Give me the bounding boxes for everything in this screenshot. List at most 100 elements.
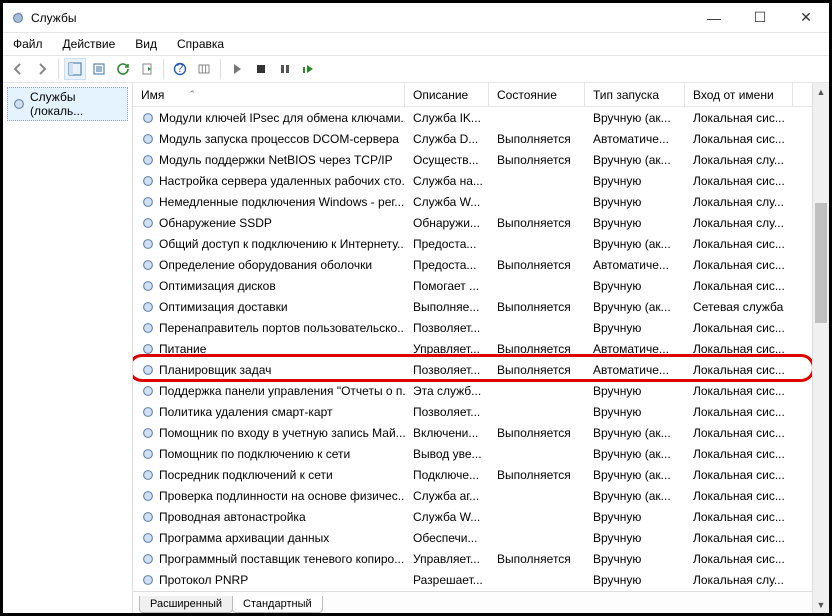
service-row[interactable]: Определение оборудования оболочкиПредост… (133, 254, 829, 275)
cell-name: Посредник подключений к сети (133, 468, 405, 482)
titlebar: Службы — ☐ ✕ (3, 3, 829, 33)
cell-startup: Вручную (585, 321, 685, 335)
service-row[interactable]: Настройка сервера удаленных рабочих сто.… (133, 170, 829, 191)
cell-state: Выполняется (489, 363, 585, 377)
forward-button[interactable] (31, 58, 53, 80)
column-settings-button[interactable] (193, 58, 215, 80)
service-row[interactable]: Немедленные подключения Windows - рег...… (133, 191, 829, 212)
scroll-thumb[interactable] (815, 203, 827, 323)
menu-view[interactable]: Вид (131, 35, 161, 53)
service-row[interactable]: Обнаружение SSDPОбнаружи...ВыполняетсяВр… (133, 212, 829, 233)
service-row[interactable]: Оптимизация доставкиВыполняе...Выполняет… (133, 296, 829, 317)
service-row[interactable]: Модуль поддержки NetBIOS через TCP/IPОсу… (133, 149, 829, 170)
cell-startup: Вручную (ак... (585, 300, 685, 314)
cell-name: Проверка подлинности на основе физичес..… (133, 489, 405, 503)
cell-state: Выполняется (489, 153, 585, 167)
service-row[interactable]: Перенаправитель портов пользовательско..… (133, 317, 829, 338)
cell-name: Модуль поддержки NetBIOS через TCP/IP (133, 153, 405, 167)
cell-startup: Автоматиче... (585, 132, 685, 146)
service-row[interactable]: Проводная автонастройкаСлужба W...Вручну… (133, 506, 829, 527)
sort-asc-icon: ⌃ (188, 89, 196, 100)
show-hide-tree-button[interactable] (64, 58, 86, 80)
gear-icon (141, 468, 155, 482)
menu-action[interactable]: Действие (59, 35, 120, 53)
gear-icon (141, 510, 155, 524)
col-state[interactable]: Состояние (489, 83, 585, 106)
cell-desc: Предоста... (405, 237, 489, 251)
maximize-button[interactable]: ☐ (737, 3, 783, 32)
minimize-button[interactable]: — (691, 3, 737, 32)
service-row[interactable]: Общий доступ к подключению к Интернету..… (133, 233, 829, 254)
cell-desc: Служба D... (405, 132, 489, 146)
cell-logon: Локальная сис... (685, 510, 793, 524)
cell-desc: Служба на... (405, 174, 489, 188)
cell-name: Немедленные подключения Windows - рег... (133, 195, 405, 209)
back-button[interactable] (7, 58, 29, 80)
cell-logon: Локальная слу... (685, 153, 793, 167)
service-row[interactable]: ПитаниеУправляет...ВыполняетсяАвтоматиче… (133, 338, 829, 359)
stop-service-button[interactable] (250, 58, 272, 80)
service-row[interactable]: Программа архивации данныхОбеспечи...Вру… (133, 527, 829, 548)
help-button[interactable]: ? (169, 58, 191, 80)
service-row[interactable]: Посредник подключений к сетиПодключе...В… (133, 464, 829, 485)
close-button[interactable]: ✕ (783, 3, 829, 32)
service-row[interactable]: Программный поставщик теневого копиро...… (133, 548, 829, 569)
properties-button[interactable] (88, 58, 110, 80)
col-name[interactable]: Имя⌃ (133, 83, 405, 106)
cell-desc: Помогает ... (405, 279, 489, 293)
service-row[interactable]: Помощник по подключению к сетиВывод уве.… (133, 443, 829, 464)
cell-desc: Позволяет... (405, 405, 489, 419)
cell-name: Планировщик задач (133, 363, 405, 377)
service-row[interactable]: Проверка подлинности на основе физичес..… (133, 485, 829, 506)
service-list[interactable]: Модули ключей IPsec для обмена ключами..… (133, 107, 829, 591)
service-row[interactable]: Оптимизация дисковПомогает ...ВручнуюЛок… (133, 275, 829, 296)
service-row[interactable]: Поддержка панели управления "Отчеты о п.… (133, 380, 829, 401)
service-row[interactable]: Политика удаления смарт-картПозволяет...… (133, 401, 829, 422)
gear-icon (141, 174, 155, 188)
cell-startup: Вручную (585, 216, 685, 230)
tab-standard[interactable]: Стандартный (232, 596, 323, 613)
gear-icon (141, 279, 155, 293)
refresh-button[interactable] (112, 58, 134, 80)
pause-service-button[interactable] (274, 58, 296, 80)
col-description[interactable]: Описание (405, 83, 489, 106)
cell-desc: Включени... (405, 426, 489, 440)
cell-name: Оптимизация доставки (133, 300, 405, 314)
export-button[interactable] (136, 58, 158, 80)
cell-state: Выполняется (489, 300, 585, 314)
service-row[interactable]: Модуль запуска процессов DCOM-сервераСлу… (133, 128, 829, 149)
scroll-down-icon[interactable]: ▼ (813, 596, 829, 613)
toolbar: ? (3, 55, 829, 83)
scrollbar[interactable]: ▲ ▼ (812, 83, 829, 613)
cell-startup: Автоматиче... (585, 258, 685, 272)
toolbar-sep (58, 59, 59, 79)
cell-logon: Локальная сис... (685, 468, 793, 482)
scroll-up-icon[interactable]: ▲ (813, 83, 829, 100)
start-service-button[interactable] (226, 58, 248, 80)
service-row[interactable]: Планировщик задачПозволяет...Выполняется… (133, 359, 829, 380)
service-row[interactable]: Помощник по входу в учетную запись Май..… (133, 422, 829, 443)
cell-state: Выполняется (489, 426, 585, 440)
column-headers: Имя⌃ Описание Состояние Тип запуска Вход… (133, 83, 829, 107)
cell-logon: Локальная сис... (685, 447, 793, 461)
menu-file[interactable]: Файл (9, 35, 47, 53)
gear-icon (141, 237, 155, 251)
service-row[interactable]: Модули ключей IPsec для обмена ключами..… (133, 107, 829, 128)
gear-icon (141, 195, 155, 209)
col-logon[interactable]: Вход от имени (685, 83, 793, 106)
restart-service-button[interactable] (298, 58, 320, 80)
cell-desc: Вывод уве... (405, 447, 489, 461)
tree-services-local[interactable]: Службы (локаль... (7, 87, 128, 121)
cell-state: Выполняется (489, 468, 585, 482)
sidebar: Службы (локаль... (3, 83, 133, 613)
tab-extended[interactable]: Расширенный (139, 596, 233, 613)
col-startup[interactable]: Тип запуска (585, 83, 685, 106)
cell-name: Определение оборудования оболочки (133, 258, 405, 272)
cell-logon: Локальная сис... (685, 237, 793, 251)
cell-logon: Локальная слу... (685, 195, 793, 209)
cell-name: Питание (133, 342, 405, 356)
service-row[interactable]: Протокол PNRPРазрешает...ВручнуюЛокальна… (133, 569, 829, 590)
gear-icon (141, 531, 155, 545)
menu-help[interactable]: Справка (173, 35, 228, 53)
cell-name: Помощник по подключению к сети (133, 447, 405, 461)
